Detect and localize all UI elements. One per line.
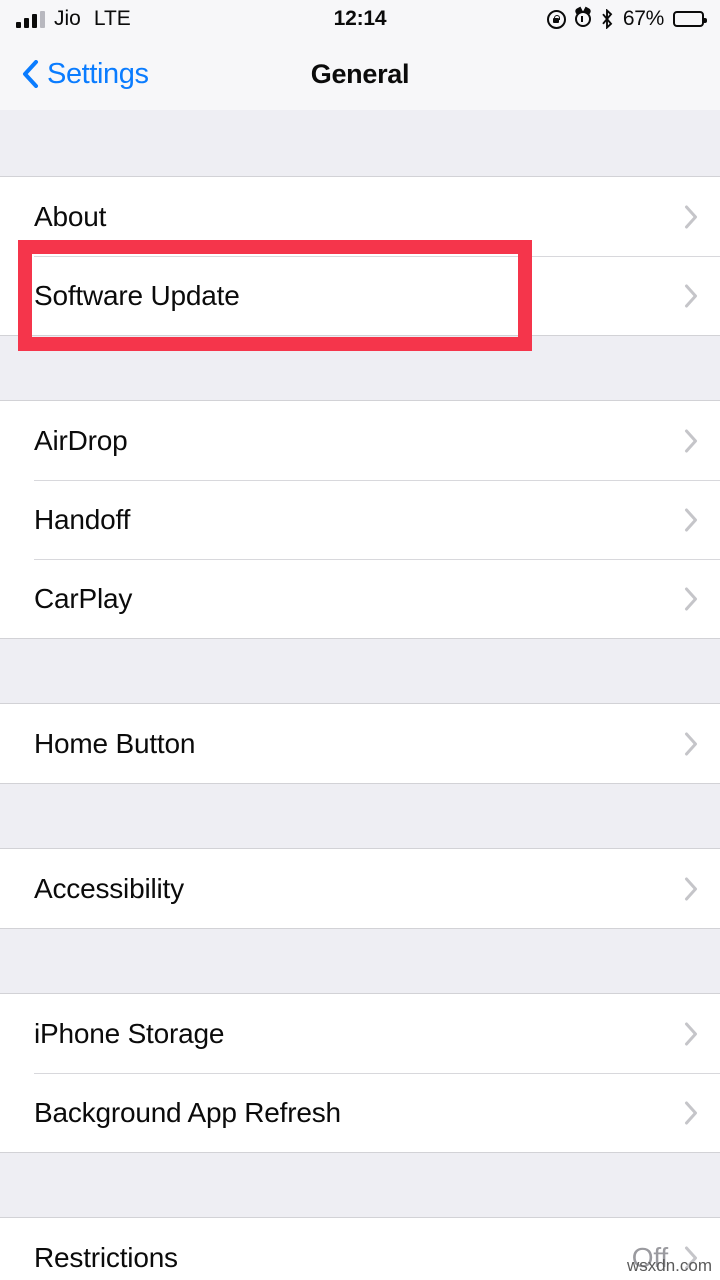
settings-row-handoff[interactable]: Handoff [0,480,720,559]
settings-row-accessory [684,732,698,756]
settings-row-label: Home Button [34,727,196,759]
status-bar-right: 67% [546,7,707,31]
battery-icon [673,11,707,27]
chevron-right-icon [684,877,698,901]
navigation-bar: Settings General [0,38,720,110]
settings-group: Accessibility [0,848,720,929]
group-spacer [0,784,720,848]
settings-group: Home Button [0,703,720,784]
settings-row-label: About [34,200,107,232]
bluetooth-icon [600,9,614,29]
settings-row-accessory [684,1101,698,1125]
chevron-right-icon [684,429,698,453]
chevron-left-icon [22,60,39,88]
chevron-right-icon [684,732,698,756]
settings-row-accessibility[interactable]: Accessibility [0,849,720,928]
settings-row-label: iPhone Storage [34,1017,225,1049]
watermark: wsxdn.com [626,1256,712,1275]
settings-row-about[interactable]: About [0,177,720,256]
settings-row-label: Background App Refresh [34,1096,341,1128]
group-spacer [0,110,720,176]
chevron-right-icon [684,1022,698,1046]
settings-row-iphone-storage[interactable]: iPhone Storage [0,994,720,1073]
rotation-lock-icon [546,9,566,29]
signal-bars-icon [16,10,45,28]
settings-group: iPhone Storage Background App Refresh [0,993,720,1153]
back-button[interactable]: Settings [0,58,149,91]
settings-row-label: CarPlay [34,582,133,614]
group-spacer [0,336,720,400]
battery-percent-label: 67% [622,7,664,30]
settings-row-accessory [684,429,698,453]
settings-row-accessory [684,284,698,308]
settings-row-restrictions[interactable]: Restrictions Off [0,1218,720,1280]
chevron-right-icon [684,205,698,229]
chevron-right-icon [684,587,698,611]
settings-row-label: Software Update [34,279,240,311]
settings-row-home-button[interactable]: Home Button [0,704,720,783]
group-spacer [0,929,720,993]
settings-row-carplay[interactable]: CarPlay [0,559,720,638]
iphone-settings-screen: Jio LTE 12:14 67% Settings General About… [0,0,720,1280]
settings-row-background-app-refresh[interactable]: Background App Refresh [0,1073,720,1152]
settings-row-label: Accessibility [34,872,184,904]
settings-row-label: Handoff [34,503,131,535]
settings-row-accessory [684,508,698,532]
group-spacer [0,1153,720,1217]
network-type-label: LTE [93,7,131,30]
settings-row-airdrop[interactable]: AirDrop [0,401,720,480]
settings-row-accessory [684,877,698,901]
status-bar-left: Jio LTE [16,7,131,31]
status-bar: Jio LTE 12:14 67% [0,0,720,38]
settings-row-software-update[interactable]: Software Update [0,256,720,335]
settings-row-label: AirDrop [34,424,128,456]
settings-group: Restrictions Off [0,1217,720,1280]
settings-row-accessory [684,587,698,611]
settings-row-accessory [684,1022,698,1046]
settings-row-label: Restrictions [34,1241,178,1273]
back-button-label: Settings [47,57,149,90]
alarm-clock-icon [574,11,591,27]
settings-group: AirDrop Handoff CarPlay [0,400,720,639]
carrier-label: Jio [54,7,81,30]
chevron-right-icon [684,508,698,532]
settings-row-accessory [684,205,698,229]
chevron-right-icon [684,1101,698,1125]
settings-group: About Software Update [0,176,720,336]
settings-table: About Software Update AirDrop Handoff CarPla… [0,110,720,1280]
group-spacer [0,639,720,703]
chevron-right-icon [684,284,698,308]
